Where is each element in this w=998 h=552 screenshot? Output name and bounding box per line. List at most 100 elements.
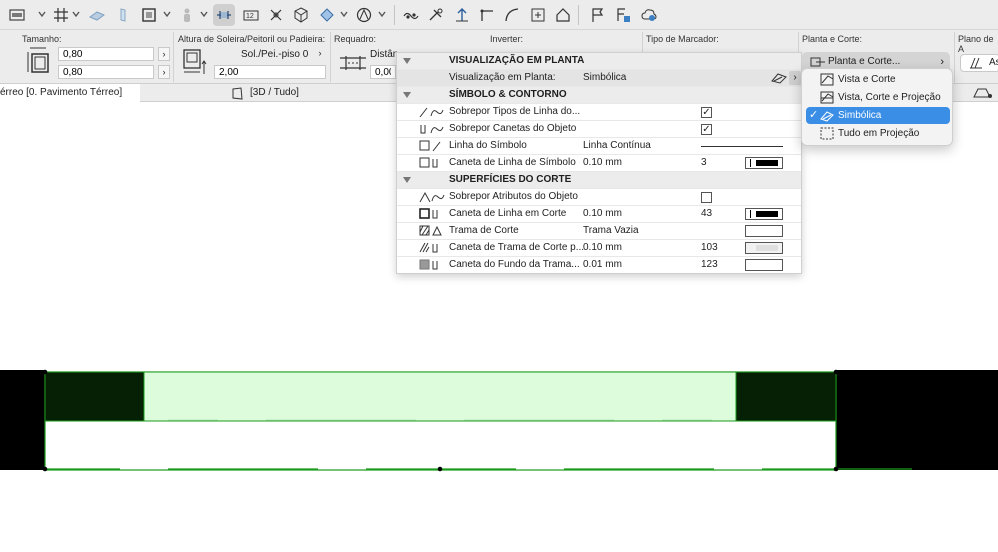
pen-swatch[interactable] [745,259,783,271]
chevron-down-icon[interactable] [340,10,348,18]
chevron-down-icon[interactable] [38,10,46,18]
numbered-box-icon[interactable]: 12 [240,4,262,26]
house-icon[interactable] [552,4,574,26]
plano-label: Plano de A [958,34,994,54]
row-value: Simbólica [583,72,627,83]
target-icon[interactable] [353,4,375,26]
dropdown-item-vista-corte[interactable]: Vista e Corte [806,71,950,88]
pen-swatch[interactable] [745,157,783,169]
hotspot-node[interactable] [42,369,48,375]
section-simbolo[interactable]: SÍMBOLO & CONTORNO [397,87,801,104]
all-projection-icon [820,127,834,140]
tamanho-label: Tamanho: [22,34,62,44]
slab-icon[interactable] [86,4,108,26]
collapse-triangle-icon[interactable] [403,92,411,98]
requadro-label: Requadro: [334,34,377,44]
symbolic-view-icon [820,111,834,122]
row-trama-corte[interactable]: Trama de Corte Trama Vazia [397,223,801,240]
chevron-down-icon[interactable] [378,10,386,18]
row-caneta-fundo[interactable]: Caneta do Fundo da Trama... 0.01 mm 123 [397,257,801,274]
row-visualizacao-planta[interactable]: Visualização em Planta: Simbólica › [397,70,801,87]
chevron-right-icon[interactable]: › [789,71,801,85]
checkmark-icon: ✓ [809,109,819,121]
line-type-icon [419,107,444,118]
height-field[interactable] [58,65,154,79]
as-button-label: As [989,57,998,68]
width-arrow-button[interactable]: › [158,47,170,61]
chevron-down-icon[interactable] [163,10,171,18]
surface-painter-icon[interactable] [316,4,338,26]
sol-arrow-button[interactable]: › [314,47,326,61]
section-superficies[interactable]: SUPERFÍCIES DO CORTE [397,172,801,189]
row-sobrepor-tipos[interactable]: Sobrepor Tipos de Linha do... ✓ [397,104,801,121]
row-caneta-simbolo[interactable]: Caneta de Linha de Símbolo 0.10 mm 3 [397,155,801,172]
as-button[interactable]: As [960,54,998,72]
attribute-icon[interactable] [612,4,634,26]
hotspot-node[interactable] [437,466,443,472]
hatch-swatch[interactable] [745,225,783,237]
info-separator [954,32,955,82]
stair-icon [970,57,982,69]
override-pens-checkbox[interactable]: ✓ [701,124,712,135]
row-sobrepor-atributos[interactable]: Sobrepor Atributos do Objeto [397,189,801,206]
dropdown-item-label: Vista, Corte e Projeção [838,92,941,103]
window-dimension-icon[interactable] [213,4,235,26]
layer-marker-icon[interactable] [6,4,28,26]
height-arrow-button[interactable]: › [158,65,170,79]
trim-icon[interactable] [425,4,447,26]
curve-icon[interactable] [501,4,523,26]
row-value: 0.10 mm [583,208,622,219]
pen-swatch[interactable] [745,208,783,220]
layout-toggle-icon[interactable] [972,86,994,99]
cube-icon[interactable] [290,4,312,26]
inverter-label: Inverter: [490,34,524,44]
pen-number: 3 [701,157,707,168]
collapse-triangle-icon[interactable] [403,58,411,64]
tab-floor-plan[interactable]: érreo [0. Pavimento Térreo] [0,84,140,102]
dropdown-item-simbolica[interactable]: ✓ Simbólica [806,107,950,124]
distancia-field[interactable] [370,65,396,79]
dropdown-item-label: Tudo em Projeção [838,128,920,139]
row-value: Linha Contínua [583,140,651,151]
row-linha-simbolo[interactable]: Linha do Símbolo Linha Contínua [397,138,801,155]
tab-3d[interactable]: [3D / Tudo] [230,85,299,101]
corner-icon[interactable] [476,4,498,26]
row-caneta-corte[interactable]: Caneta de Linha em Corte 0.10 mm 43 [397,206,801,223]
reveal-icon [340,56,366,70]
cloud-icon[interactable] [638,4,660,26]
width-field[interactable] [58,47,154,61]
row-sobrepor-canetas[interactable]: Sobrepor Canetas do Objeto ✓ [397,121,801,138]
surface-icon[interactable] [138,4,160,26]
dropdown-item-tudo-projecao[interactable]: Tudo em Projeção [806,125,950,142]
chevron-down-icon[interactable] [72,10,80,18]
dropdown-item-vista-corte-projecao[interactable]: Vista, Corte e Projeção [806,89,950,106]
row-caneta-trama[interactable]: Caneta de Trama de Corte p... 0.10 mm 10… [397,240,801,257]
hotspot-node[interactable] [833,466,839,472]
sill-height-icon [183,49,207,74]
pen-icon [420,125,444,134]
pen-swatch[interactable] [745,242,783,254]
split-icon[interactable] [400,4,422,26]
hotspot-node[interactable] [42,466,48,472]
row-label: Caneta de Linha de Símbolo [449,157,576,168]
override-line-types-checkbox[interactable]: ✓ [701,107,712,118]
door-figure-icon[interactable] [176,4,198,26]
section-visualizacao[interactable]: VISUALIZAÇÃO EM PLANTA [397,53,801,70]
column-icon[interactable] [112,4,134,26]
hatch-icon [419,225,442,236]
chevron-down-icon[interactable] [200,10,208,18]
row-label: Sobrepor Canetas do Objeto [449,123,577,134]
info-separator [173,32,174,82]
grid-icon[interactable] [50,4,72,26]
collapse-triangle-icon[interactable] [403,177,411,183]
symbol-pen-icon [419,157,438,168]
override-attributes-checkbox[interactable] [701,192,712,203]
altura-field[interactable] [214,65,326,79]
planta-corte-label: Planta e Corte: [802,34,863,44]
tab-floor-label: érreo [0. Pavimento Térreo] [0,87,123,98]
move-point-icon[interactable] [265,4,287,26]
hotspot-node[interactable] [833,369,839,375]
align-icon[interactable] [527,4,549,26]
flag-icon[interactable] [586,4,608,26]
elevate-icon[interactable] [451,4,473,26]
